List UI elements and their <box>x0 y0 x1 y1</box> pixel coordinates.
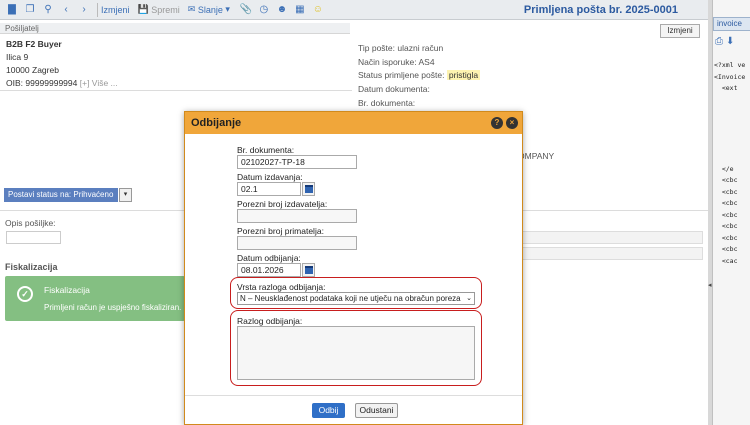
save-button-label: Spremi <box>151 4 180 15</box>
print-icon[interactable]: ⎙ <box>715 36 723 50</box>
clock-icon[interactable]: ◷ <box>256 2 272 18</box>
doc-number-label: Br. dokumenta: <box>237 145 295 155</box>
sender-details: B2B F2 Buyer Ilica 9 10000 Zagreb OIB: 9… <box>6 38 118 90</box>
reject-button[interactable]: Odbij <box>312 403 345 418</box>
xml-toolbar: ⎙ ⬇ <box>713 36 750 50</box>
edit-meta-button[interactable]: Izmjeni <box>660 24 700 38</box>
toolbar-separator <box>97 2 98 17</box>
reason-label: Razlog odbijanja: <box>237 316 303 326</box>
calendar-icon <box>304 266 313 274</box>
download-icon[interactable]: ⬇ <box>726 36 734 50</box>
paperclip-icon[interactable]: 📎 <box>238 2 254 18</box>
mail-type: Tip pošte: ulazni račun <box>358 43 444 53</box>
reason-textarea[interactable] <box>237 326 475 380</box>
sender-oib-row: OIB: 99999999994 [+] Više ... <box>6 77 118 90</box>
doc-number-input[interactable]: 02102027-TP-18 <box>237 155 357 169</box>
mail-meta: Tip pošte: ulazni račun Način isporuke: … <box>358 42 481 111</box>
send-button[interactable]: ✉ Slanje ▾ <box>188 4 230 15</box>
mail-status-row: Status primljene pošte: pristigla <box>358 69 481 83</box>
calendar-icon <box>304 185 313 193</box>
status-dropdown-toggle[interactable]: ▾ <box>119 188 132 202</box>
reason-type-select[interactable]: N – Neusklađenost podataka koji ne utječ… <box>237 292 475 305</box>
fiscal-alert-title: Fiskalizacija <box>44 285 90 295</box>
sender-street: Ilica 9 <box>6 52 29 62</box>
help-icon[interactable]: ? <box>491 117 503 129</box>
issue-date-calendar-button[interactable] <box>302 182 315 196</box>
document-icon[interactable]: ▇ <box>4 2 20 18</box>
chevron-right-icon[interactable]: › <box>76 2 92 18</box>
set-status-button[interactable]: Postavi status na: Prihvaćeno <box>4 188 118 202</box>
user-icon[interactable]: ☻ <box>274 2 290 18</box>
search-icon[interactable]: ⚲ <box>40 2 56 18</box>
dialog-footer-divider <box>185 395 522 396</box>
xml-preview-panel: invoice ⎙ ⬇ <?xml ve <Invoice <ext </e <… <box>712 0 750 425</box>
chevron-down-icon: ⌄ <box>466 295 472 302</box>
note-icon[interactable]: ☺ <box>310 2 326 18</box>
delivery-method: Način isporuke: AS4 <box>358 56 435 67</box>
save-icon: 💾 <box>137 4 149 14</box>
issue-date-input[interactable]: 02.1 <box>237 182 301 196</box>
sender-city: 10000 Zagreb <box>6 65 59 75</box>
reason-type-value: N – Neusklađenost podataka koji ne utječ… <box>240 294 461 303</box>
dialog-title: Odbijanje <box>185 112 522 134</box>
edit-button[interactable]: Izmjeni <box>101 5 130 15</box>
reason-type-label: Vrsta razloga odbijanja: <box>237 282 326 292</box>
fiscal-alert-message: Primljeni račun je uspješno fiskaliziran… <box>44 303 182 312</box>
fiscal-success-alert: ✓ Fiskalizacija Primljeni račun je uspje… <box>5 276 185 321</box>
receiver-tax-label: Porezni broj primatelja: <box>237 226 324 236</box>
divider <box>0 90 352 91</box>
fiscal-section-title: Fiskalizacija <box>5 262 58 272</box>
reject-date-calendar-button[interactable] <box>302 263 315 277</box>
issuer-tax-label: Porezni broj izdavatelja: <box>237 199 328 209</box>
chevron-down-icon: ▾ <box>123 191 128 198</box>
description-input[interactable] <box>6 231 61 244</box>
tab-invoice[interactable]: invoice <box>713 17 750 31</box>
sender-oib: OIB: 99999999994 <box>6 78 78 88</box>
description-label: Opis pošiljke: <box>5 218 56 228</box>
calendar-icon[interactable]: ▦ <box>292 2 308 18</box>
reject-dialog: Odbijanje ? × Br. dokumenta: 02102027-TP… <box>184 111 523 425</box>
copy-icon[interactable]: ❐ <box>22 2 38 18</box>
document-number: Br. dokumenta: <box>358 97 416 108</box>
check-circle-icon: ✓ <box>17 286 33 302</box>
xml-code: <?xml ve <Invoice <ext </e <cbc <cbc <cb… <box>714 61 746 265</box>
issuer-tax-input[interactable] <box>237 209 357 223</box>
document-date: Datum dokumenta: <box>358 84 430 95</box>
reject-date-input[interactable]: 08.01.2026 <box>237 263 301 277</box>
issue-date-label: Datum izdavanja: <box>237 172 303 182</box>
company-fragment: OMPANY <box>518 151 555 161</box>
toolbar: ▇ ❐ ⚲ ‹ › Izmjeni 💾 Spremi ✉ Slanje ▾ 📎 … <box>0 0 708 20</box>
envelope-icon: ✉ <box>187 4 196 14</box>
send-button-label: Slanje <box>197 4 223 15</box>
close-icon[interactable]: × <box>506 117 518 129</box>
collapse-arrow-icon[interactable]: ◂ <box>708 281 712 289</box>
receiver-tax-input[interactable] <box>237 236 357 250</box>
sender-name: B2B F2 Buyer <box>6 39 62 49</box>
status-badge: pristigla <box>446 70 481 81</box>
sender-header: Pošiljatelj <box>0 23 350 34</box>
save-button[interactable]: 💾 Spremi <box>138 4 180 15</box>
reject-date-label: Datum odbijanja: <box>237 253 301 263</box>
page-title: Primljena pošta br. 2025-0001 <box>523 4 678 16</box>
chevron-left-icon[interactable]: ‹ <box>58 2 74 18</box>
mail-status-label: Status primljene pošte: <box>358 70 445 81</box>
sender-more-link[interactable]: [+] Više ... <box>80 78 118 88</box>
cancel-button[interactable]: Odustani <box>355 403 398 418</box>
